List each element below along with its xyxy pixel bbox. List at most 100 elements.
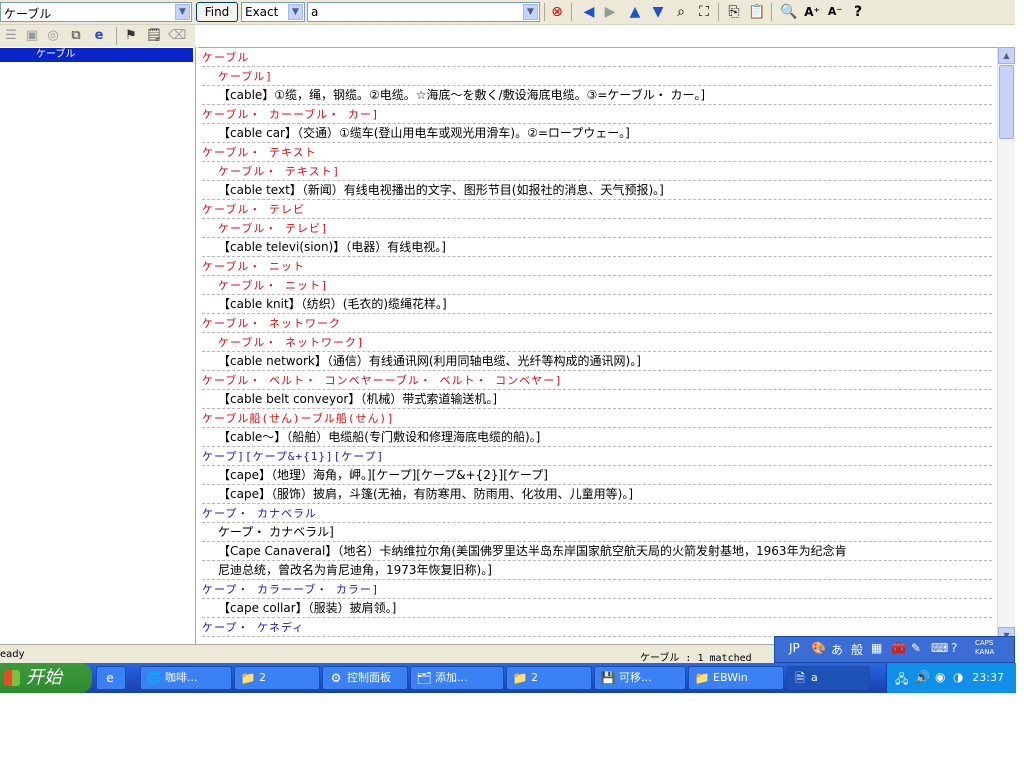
system-tray: 🖧 🔊 ◉ ◑ 23:37 (886, 663, 1016, 693)
entry-definition: 【cable belt conveyor】（机械）带式索道输送机。] (202, 390, 992, 409)
chevron-down-icon[interactable]: ▼ (175, 4, 190, 20)
toolbox-icon[interactable]: 🧰 (891, 641, 906, 655)
conversion-mode-icon[interactable]: 般 (851, 641, 863, 658)
font-smaller-icon[interactable]: A⁻ (826, 3, 844, 21)
language-indicator[interactable]: JP (789, 641, 800, 655)
headword-list-pane[interactable]: ケーブル (0, 47, 196, 644)
entry-headword: ケーブル・ ニット] (202, 276, 992, 295)
eraser-icon[interactable]: ⌫ (168, 27, 186, 45)
headword-list-item-selected[interactable]: ケーブル (0, 48, 193, 62)
entry-definition: 【cable televi(sion)】（电器）有线电视。] (202, 238, 992, 257)
scroll-thumb[interactable] (999, 65, 1014, 139)
ime-pad-icon[interactable]: ▦ (871, 641, 882, 655)
taskbar-item-active[interactable]: 🗎 a (786, 666, 870, 690)
network-icon[interactable]: 🖧 (895, 670, 908, 691)
entry-headword: ケープ][ケープ&+{1}][ケープ] (202, 447, 992, 466)
ime-tray-icon[interactable]: ◑ (953, 670, 963, 684)
taskbar-item[interactable]: 💾 可移... (594, 666, 686, 690)
entry-definition: 【Cape Canaveral】（地名）卡纳维拉尔角(美国佛罗里达半岛东岸国家航… (202, 542, 992, 561)
match-count-text: ケーブル : 1 matched (640, 653, 752, 664)
toolbar-separator (718, 3, 719, 21)
entry-headword: ケーブル・ ニット (202, 257, 992, 276)
taskbar-item[interactable]: 📁 2 (506, 666, 592, 690)
entry-headword: ケープ・ カナベラル (202, 504, 992, 523)
entry-headword: ケーブル・ テレビ (202, 200, 992, 219)
taskbar-item[interactable]: 📁 2 (234, 666, 320, 690)
chevron-down-icon[interactable]: ▼ (523, 4, 538, 20)
chevron-down-icon[interactable]: ▼ (288, 4, 303, 20)
folder-icon: 📁 (240, 671, 256, 685)
font-larger-icon[interactable]: A⁺ (803, 3, 821, 21)
scroll-up-arrow-icon[interactable]: ▲ (998, 47, 1015, 64)
taskbar: 开始 e 🌐 咖啡... 📁 2 ⚙ 控制面板 🗂 添加... 📁 2 💾 可移... 📁 E… (0, 663, 1016, 693)
forward-arrow-icon[interactable]: ▶ (601, 3, 619, 21)
taskbar-item[interactable]: ⚙ 控制面板 (322, 666, 408, 690)
entry-headword: ケーブル・ ベルト・ コンベヤーーブル・ ベルト・ コンベヤー] (202, 371, 992, 390)
windows-logo-icon (4, 670, 20, 686)
flag-icon[interactable]: ⚑ (122, 27, 140, 45)
entry-definition: ケープ・ カナベラル] (202, 523, 992, 542)
record-icon[interactable]: ◎ (44, 27, 62, 45)
ime-icon[interactable]: 🎨 (811, 641, 826, 655)
folder-icon: 📁 (512, 671, 528, 685)
browser-e-icon[interactable]: e (90, 27, 108, 45)
vertical-scrollbar[interactable]: ▲ ▼ (997, 47, 1015, 644)
entry-headword: ケーブル・ ネットワーク (202, 314, 992, 333)
list-icon[interactable]: ☰ (2, 27, 20, 45)
entry-content-pane[interactable]: ケーブル ケーブル] 【cable】①缆，绳，钢缆。②电缆。☆海底～を敷く/敷设海底… (198, 47, 997, 645)
image-icon[interactable]: ▣ (23, 27, 41, 45)
entry-headword: ケーブル・ カーーブル・ カー] (202, 105, 992, 124)
folder-icon: 📁 (694, 671, 710, 685)
paste-icon[interactable]: 📋 (748, 3, 766, 21)
entry-headword: ケーブル] (202, 67, 992, 86)
taskbar-item[interactable]: 🌐 咖啡... (140, 666, 232, 690)
entry-headword: ケーブル (202, 48, 992, 67)
secondary-toolbar: ☰ ▣ ◎ ⧉ e ⚑ 🗒 ⌫ (0, 25, 195, 47)
dictionary-select[interactable]: a ▼ (307, 2, 540, 22)
entry-definition: 【cape】（地理）海角，岬。][ケープ][ケープ&+{2}][ケープ] (202, 466, 992, 485)
up-arrow-icon[interactable]: ▲ (626, 3, 644, 21)
entry-headword: ケープ・ ケネディ (202, 618, 992, 637)
volume-icon[interactable]: 🔊 (915, 670, 930, 684)
note-icon[interactable]: 🗒 (145, 27, 163, 45)
help-icon[interactable]: ? (849, 3, 867, 21)
window-icon[interactable]: ⧉ (67, 27, 85, 45)
search-word-value: ケーブル (4, 7, 52, 21)
stop-icon[interactable]: ⊗ (548, 3, 566, 21)
find-button[interactable]: Find (196, 2, 238, 22)
fullscreen-icon[interactable]: ⛶ (695, 3, 713, 21)
entry-definition: 【cape】（服饰）披肩，斗篷(无袖，有防寒用、防雨用、化妆用、儿童用等)。] (202, 485, 992, 504)
search-word-combo[interactable]: ケーブル ▼ (0, 2, 192, 22)
entry-definition: 【cable car】（交通）①缆车(登山用电车或观光用滑车)。②=ロープウェー… (202, 124, 992, 143)
match-mode-select[interactable]: Exact ▼ (241, 2, 305, 22)
copy-icon[interactable]: ⎘ (725, 3, 743, 21)
help-icon[interactable]: ? (951, 641, 957, 655)
language-bar[interactable]: JP 🎨 あ 般 ▦ 🧰 ✎ ⌨ ? CAPS KANA (774, 636, 1015, 663)
document-icon: 🗎 (795, 671, 805, 685)
toolbar-separator (771, 3, 772, 21)
control-panel-icon: ⚙ (330, 671, 342, 685)
pen-icon[interactable]: ✎ (911, 641, 921, 655)
entry-headword: ケープ・ カラーーブ・ カラー] (202, 580, 992, 599)
status-text: eady (0, 649, 25, 660)
quicklaunch-ie-icon[interactable]: e (96, 666, 126, 690)
start-button[interactable]: 开始 (0, 663, 92, 693)
dictionary-value: a (311, 5, 319, 19)
entry-definition: 【cable knit】（纺织）(毛衣的)缆绳花样。] (202, 295, 992, 314)
toolbar-separator (571, 3, 572, 21)
keyboard-icon[interactable]: ⌨ (931, 641, 948, 655)
entry-headword: ケーブル船(せん)ーブル船(せん)] (202, 409, 992, 428)
browser-icon: 🌐 (146, 671, 162, 685)
taskbar-item[interactable]: 📁 EBWin (688, 666, 784, 690)
clock: 23:37 (972, 671, 1004, 684)
zoom-icon[interactable]: 🔍 (780, 3, 798, 21)
toolbar-separator (116, 27, 117, 45)
entry-definition: 【cape collar】（服装）披肩领。] (202, 599, 992, 618)
taskbar-item[interactable]: 🗂 添加... (410, 666, 504, 690)
ime-mode-icon[interactable]: あ (831, 641, 843, 658)
start-label: 开始 (26, 667, 62, 688)
down-arrow-icon[interactable]: ▼ (649, 3, 667, 21)
find-in-page-icon[interactable]: ⌕ (672, 3, 690, 21)
antivirus-icon[interactable]: ◉ (935, 670, 945, 684)
back-arrow-icon[interactable]: ◀ (580, 3, 598, 21)
